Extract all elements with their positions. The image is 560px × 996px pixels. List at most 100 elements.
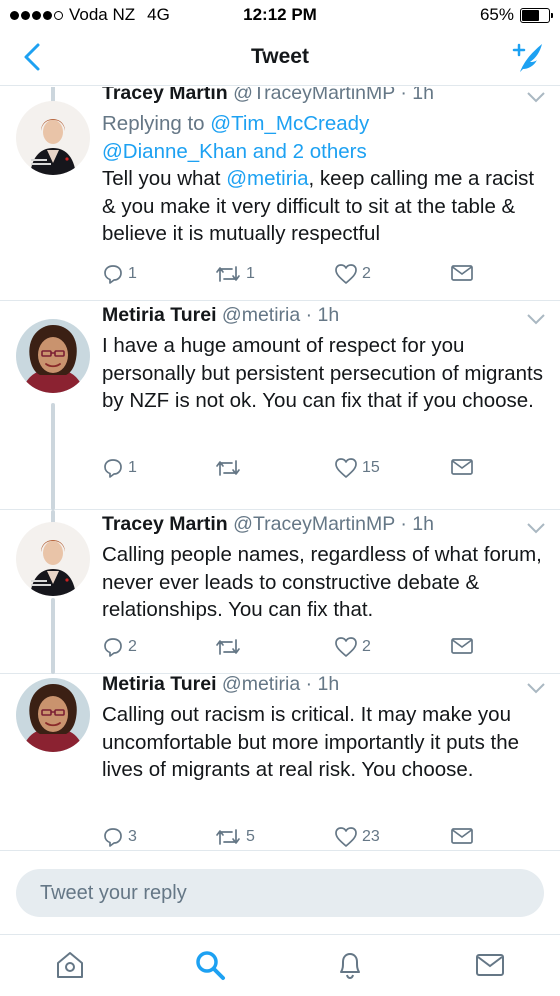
tweet-header: Tracey Martin @TraceyMartinMP · 1h	[102, 513, 434, 536]
retweet-icon	[216, 829, 240, 845]
reply-button[interactable]: 2	[102, 636, 137, 658]
avatar[interactable]	[16, 522, 90, 596]
author-name[interactable]: Tracey Martin	[102, 513, 228, 535]
direct-message-button[interactable]	[450, 636, 474, 656]
retweet-icon	[216, 460, 240, 476]
like-button[interactable]: 2	[334, 636, 371, 658]
reply-button[interactable]: 1	[102, 263, 137, 285]
reply-icon	[104, 459, 122, 478]
mail-icon	[451, 828, 473, 844]
retweet-button[interactable]	[214, 457, 246, 479]
reply-count: 1	[128, 265, 137, 282]
retweet-button[interactable]: 1	[214, 263, 255, 285]
tweet-actions: 1 1 2	[102, 263, 542, 289]
avatar[interactable]	[16, 319, 90, 393]
direct-message-button[interactable]	[450, 826, 474, 846]
mail-icon	[451, 638, 473, 654]
reply-mention-link[interactable]: @Tim_McCready	[210, 112, 369, 135]
retweet-icon	[216, 266, 240, 282]
like-button[interactable]: 23	[334, 826, 380, 848]
tweet[interactable]: Metiria Turei @metiria · 1h Calling out …	[0, 673, 560, 850]
direct-message-button[interactable]	[450, 263, 474, 283]
tweet[interactable]: Tracey Martin @TraceyMartinMP · 1h Reply…	[0, 87, 560, 301]
mail-icon	[451, 265, 473, 281]
tab-search[interactable]	[192, 947, 228, 983]
tweet-actions: 2 2	[102, 636, 542, 662]
retweet-icon	[216, 639, 240, 655]
like-count: 2	[362, 265, 371, 282]
tweet-text: I have a huge amount of respect for you …	[102, 334, 543, 412]
tweet-header: Metiria Turei @metiria · 1h	[102, 673, 339, 696]
compose-tweet-icon	[512, 43, 542, 72]
reply-context: Replying to @Tim_McCready @Dianne_Khan a…	[102, 110, 547, 165]
reply-count: 1	[128, 459, 137, 476]
author-handle-time[interactable]: @metiria · 1h	[222, 673, 339, 695]
reply-count: 2	[128, 638, 137, 655]
avatar-photo	[16, 319, 90, 393]
like-count: 15	[362, 459, 380, 476]
thread-connector	[51, 598, 55, 674]
avatar-photo	[16, 678, 90, 752]
like-count: 23	[362, 828, 380, 845]
compose-tweet-button[interactable]	[510, 38, 546, 76]
like-count: 2	[362, 638, 371, 655]
reply-icon	[104, 828, 122, 847]
reply-input[interactable]: Tweet your reply	[16, 869, 544, 917]
tab-home[interactable]	[52, 947, 88, 983]
author-name[interactable]: Metiria Turei	[102, 304, 217, 326]
avatar[interactable]	[16, 678, 90, 752]
conversation-thread[interactable]: Tracey Martin @TraceyMartinMP · 1h Reply…	[0, 87, 560, 850]
like-button[interactable]: 15	[334, 457, 380, 479]
chevron-down-icon[interactable]	[526, 522, 546, 534]
heart-icon	[335, 827, 357, 847]
reply-button[interactable]: 3	[102, 826, 137, 848]
battery-percent: 65%	[479, 5, 514, 24]
tweet[interactable]: Tracey Martin @TraceyMartinMP · 1h Calli…	[0, 510, 560, 674]
thread-connector	[51, 403, 55, 510]
messages-icon	[476, 954, 504, 976]
heart-icon	[335, 637, 357, 657]
chevron-down-icon[interactable]	[526, 682, 546, 694]
reply-placeholder: Tweet your reply	[40, 882, 187, 904]
author-handle-time[interactable]: @TraceyMartinMP · 1h	[233, 513, 434, 535]
like-button[interactable]: 2	[334, 263, 371, 285]
author-handle-time[interactable]: @TraceyMartinMP · 1h	[233, 87, 434, 104]
tweet[interactable]: Metiria Turei @metiria · 1h I have a hug…	[0, 301, 560, 510]
status-right: 65%	[479, 5, 553, 25]
chevron-down-icon[interactable]	[526, 91, 546, 103]
chevron-down-icon[interactable]	[526, 313, 546, 325]
avatar-photo	[16, 101, 90, 175]
battery-icon	[520, 7, 553, 23]
tweet-actions: 1 15	[102, 457, 542, 483]
tweet-header: Metiria Turei @metiria · 1h	[102, 304, 339, 327]
mention-link[interactable]: @metiria	[226, 167, 308, 190]
tweet-text-part: Tell you what	[102, 167, 227, 190]
reply-icon	[104, 638, 122, 657]
tweet-text: Replying to @Tim_McCready @Dianne_Khan a…	[102, 110, 547, 248]
retweet-count: 5	[246, 828, 255, 845]
retweet-button[interactable]	[214, 636, 246, 658]
tweet-header: Tracey Martin @TraceyMartinMP · 1h	[102, 87, 434, 105]
direct-message-button[interactable]	[450, 457, 474, 477]
reply-mention-link[interactable]: @Dianne_Khan and 2 others	[102, 140, 367, 163]
author-name[interactable]: Tracey Martin	[102, 87, 228, 104]
retweet-count: 1	[246, 265, 255, 282]
reply-button[interactable]: 1	[102, 457, 137, 479]
notifications-icon	[340, 953, 360, 980]
tab-messages[interactable]	[472, 947, 508, 983]
heart-icon	[335, 458, 357, 478]
retweet-button[interactable]: 5	[214, 826, 255, 848]
replying-to-label: Replying to	[102, 112, 211, 135]
page-title: Tweet	[251, 45, 309, 68]
search-icon	[196, 951, 225, 980]
author-name[interactable]: Metiria Turei	[102, 673, 217, 695]
home-icon	[57, 952, 83, 978]
nav-bar: Tweet	[0, 30, 560, 86]
tweet-content: Tell you what @metiria, keep calling me …	[102, 165, 547, 248]
tab-bar	[0, 934, 560, 996]
tab-notifications[interactable]	[332, 947, 368, 983]
reply-icon	[104, 265, 122, 284]
author-handle-time[interactable]: @metiria · 1h	[222, 304, 339, 326]
heart-icon	[335, 264, 357, 284]
avatar[interactable]	[16, 101, 90, 175]
